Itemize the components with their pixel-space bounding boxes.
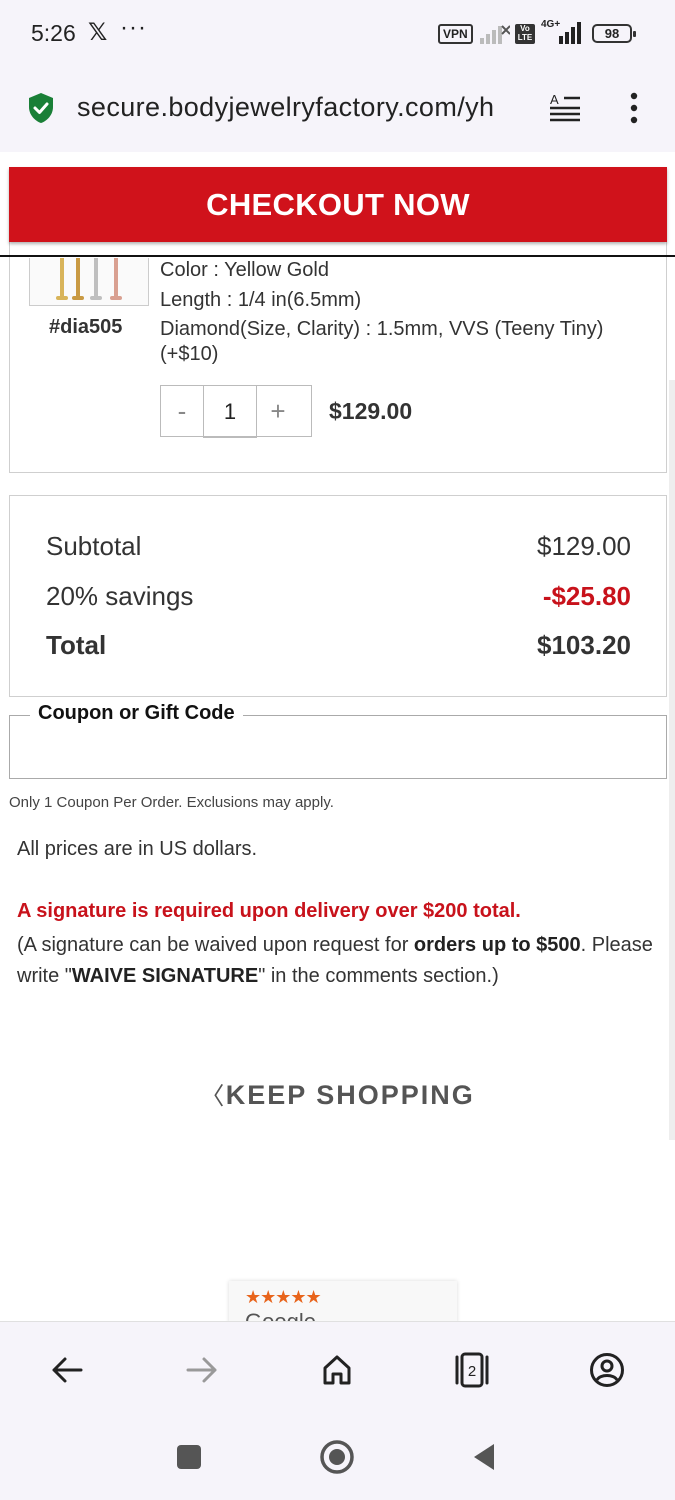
savings-value: -$25.80 (542, 581, 631, 611)
volte-icon: Vo LTE (515, 24, 535, 44)
browser-url-bar: secure.bodyjewelryfactory.com/yh A (0, 68, 675, 152)
triangle-back-icon[interactable] (464, 1437, 504, 1477)
quantity-decrease-button[interactable]: - (161, 386, 203, 436)
subtotal-label: Subtotal (46, 531, 142, 561)
more-notifications-icon: ··· (120, 14, 147, 41)
signal-strong-icon (559, 22, 581, 44)
arrow-right-icon[interactable] (178, 1346, 226, 1394)
status-bar: 5:26 𝕏 ··· VPN Vo LTE 4G+ 98 (0, 0, 675, 68)
chevron-left-icon: 〈 (200, 1083, 224, 1110)
quantity-increase-button[interactable]: + (257, 386, 299, 436)
subtotal-value: $129.00 (537, 531, 631, 561)
header-divider (0, 255, 675, 257)
tabs-button[interactable]: 2 (448, 1346, 496, 1394)
product-image-icon (56, 258, 122, 300)
item-diamond: Diamond(Size, Clarity) : 1.5mm, VVS (Tee… (160, 318, 604, 340)
circle-icon[interactable] (317, 1437, 357, 1477)
item-price: $129.00 (329, 398, 413, 424)
signature-info-bold: WAIVE SIGNATURE (71, 965, 259, 987)
quantity-input[interactable]: 1 (203, 385, 257, 438)
keep-shopping-label: KEEP SHOPPING (225, 1080, 475, 1110)
signature-info-part: " in the comments section.) (258, 965, 499, 987)
coupon-note: Only 1 Coupon Per Order. Exclusions may … (9, 794, 334, 811)
signal-weak-icon (480, 25, 510, 44)
quantity-stepper: - 1 + (160, 385, 312, 438)
total-label: Total (46, 630, 107, 660)
item-diamond-price: (+$10) (160, 343, 219, 365)
shield-check-icon[interactable] (28, 92, 54, 124)
battery-indicator: 98 (592, 24, 636, 43)
keep-shopping-link[interactable]: 〈 KEEP SHOPPING (0, 1076, 675, 1111)
coupon-label: Coupon or Gift Code (30, 702, 243, 725)
vpn-icon: VPN (438, 24, 473, 44)
product-thumbnail[interactable] (29, 258, 149, 306)
scrollbar[interactable] (669, 380, 675, 1140)
home-icon[interactable] (313, 1346, 361, 1394)
order-summary: Subtotal $129.00 20% savings -$25.80 Tot… (9, 495, 667, 697)
coupon-fieldset: Coupon or Gift Code (9, 702, 667, 779)
square-icon[interactable] (169, 1437, 209, 1477)
item-sku[interactable]: #dia505 (49, 316, 122, 339)
account-circle-icon[interactable] (583, 1346, 631, 1394)
tabs-count: 2 (468, 1363, 476, 1380)
arrow-left-icon[interactable] (43, 1346, 91, 1394)
signature-info-part: (A signature can be waived upon request … (17, 934, 414, 956)
item-color: Color : Yellow Gold (160, 259, 329, 281)
google-review-badge[interactable]: ★★★★★ Google (229, 1281, 457, 1323)
star-rating-icon: ★★★★★ (245, 1287, 322, 1307)
coupon-input[interactable] (20, 734, 650, 770)
system-navigation-bar (0, 1417, 675, 1500)
reader-mode-icon[interactable]: A (548, 92, 582, 122)
svg-text:A: A (550, 92, 559, 107)
checkout-now-button[interactable]: CHECKOUT NOW (9, 167, 667, 242)
browser-bottom-bar: 2 (0, 1321, 675, 1417)
savings-label: 20% savings (46, 581, 194, 611)
signature-info: (A signature can be waived upon request … (17, 930, 667, 992)
x-app-icon: 𝕏 (88, 19, 108, 46)
item-length: Length : 1/4 in(6.5mm) (160, 289, 362, 311)
tabs-icon: 2 (455, 1352, 489, 1388)
currency-note: All prices are in US dollars. (17, 838, 258, 860)
status-time: 5:26 (31, 20, 76, 46)
url-field[interactable]: secure.bodyjewelryfactory.com/yh (77, 92, 527, 123)
signature-warning: A signature is required upon delivery ov… (17, 900, 521, 922)
total-value: $103.20 (537, 630, 631, 660)
signature-info-bold: orders up to $500 (413, 934, 581, 956)
kebab-menu-icon[interactable] (622, 92, 646, 124)
